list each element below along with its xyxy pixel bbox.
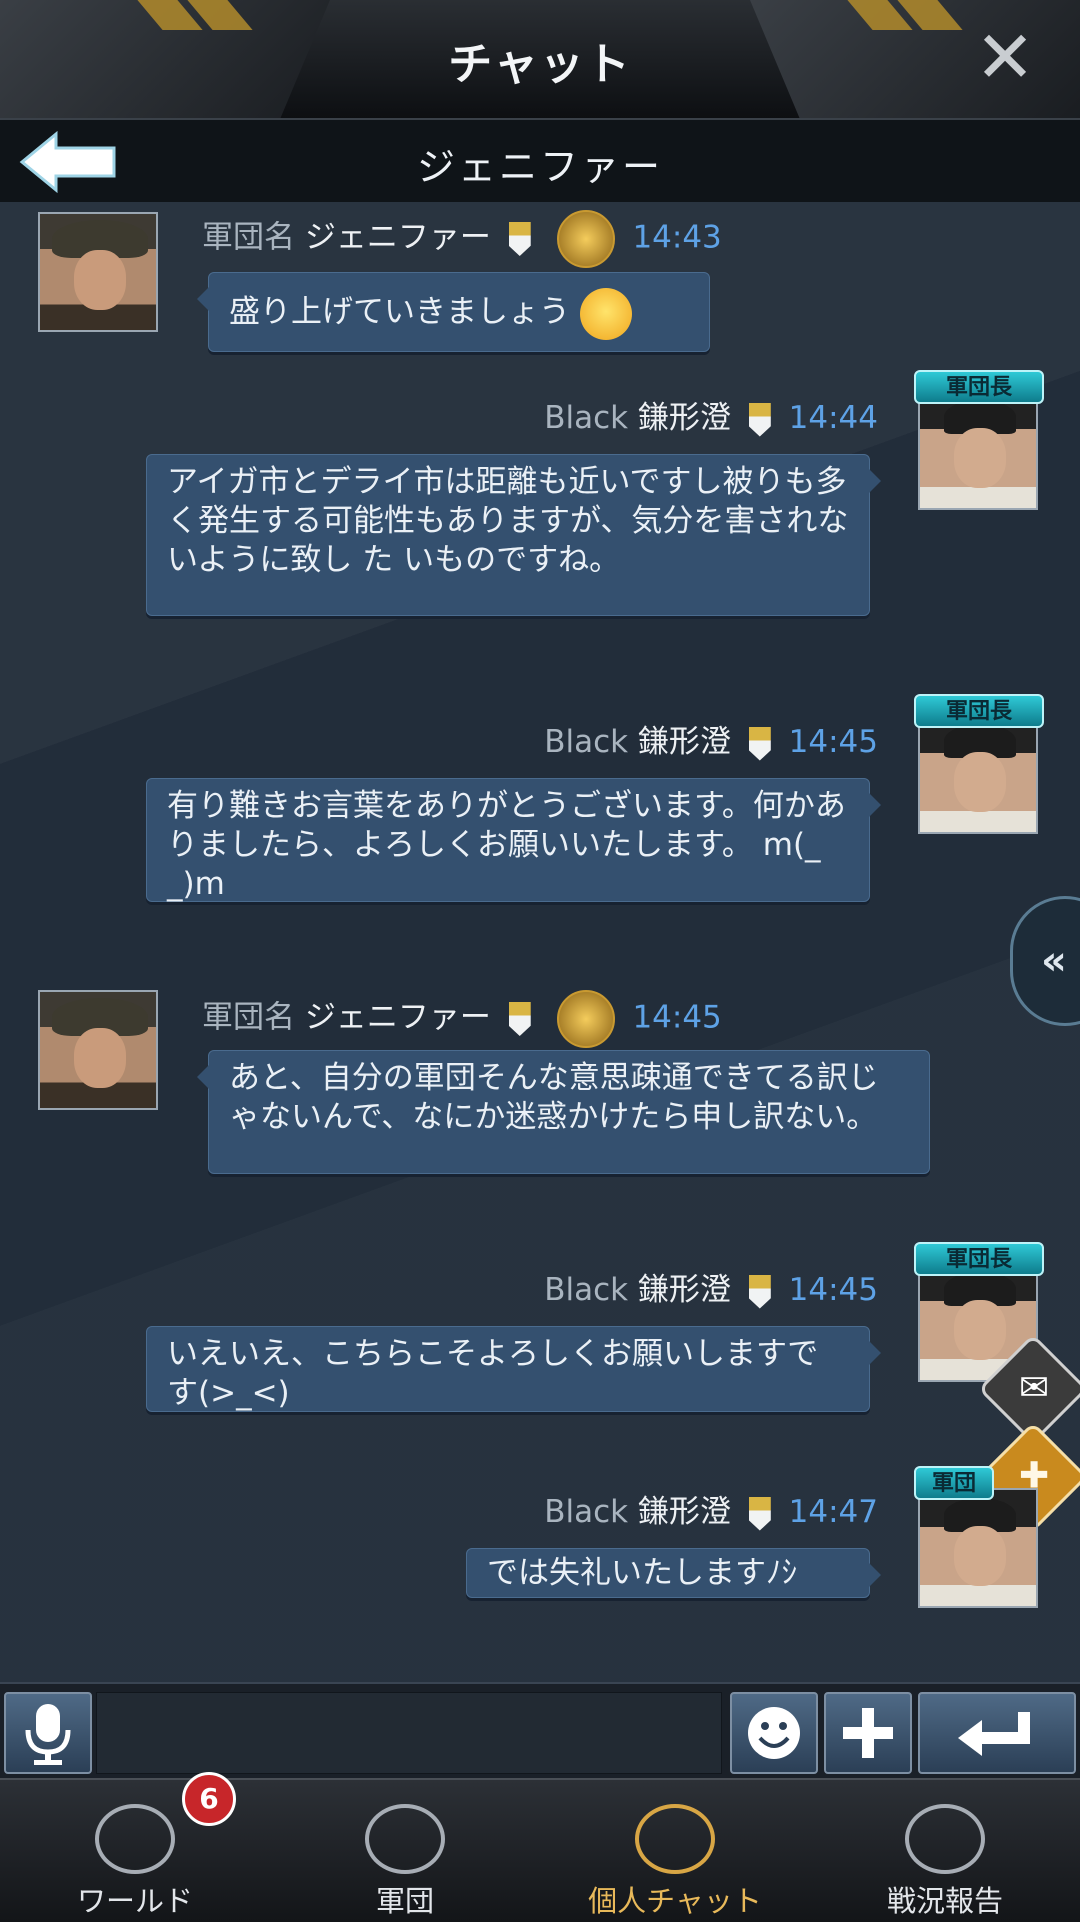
message-bubble[interactable]: アイガ市とデライ市は距離も近いですし被りも多く発生する可能性もありますが、気分を… <box>146 454 881 616</box>
tab-label: 個人チャット <box>588 1884 762 1918</box>
leader-badge: 軍団長 <box>914 694 1044 728</box>
sender-name[interactable]: 鎌形澄 <box>638 1494 731 1530</box>
message-meta: Black 鎌形澄 14:45 <box>544 716 878 761</box>
timestamp: 14:45 <box>788 724 878 760</box>
rank-medal-icon <box>508 222 531 256</box>
page-title: チャット <box>448 39 632 90</box>
sender-name[interactable]: 鎌形澄 <box>638 724 731 760</box>
microphone-icon <box>25 1704 71 1765</box>
timestamp: 14:43 <box>632 219 722 256</box>
message-input-bar <box>0 1682 1080 1780</box>
message-text: あと、自分の軍団そんな意思疎通できてる訳じゃないんで、なにか迷惑かけたら申し訳な… <box>229 1060 879 1135</box>
leader-badge: 軍団長 <box>914 1242 1044 1276</box>
message-text: アイガ市とデライ市は距離も近いですし被りも多く発生する可能性もありますが、気分を… <box>167 464 849 578</box>
guild-name: 軍団名 <box>202 999 295 1036</box>
sender-name[interactable]: ジェニファー <box>305 220 491 256</box>
face-shape <box>954 752 1006 812</box>
face-shape <box>954 1300 1006 1360</box>
message-text: では失礼いたしますﾉｼ <box>487 1555 797 1591</box>
conversation-title: ジェニファー <box>416 145 663 189</box>
message-text: いえいえ、こちらこそよろしくお願いしますです(>_<) <box>167 1336 819 1411</box>
face-shape <box>954 1526 1006 1586</box>
message-bubble[interactable]: では失礼いたしますﾉｼ <box>466 1548 881 1598</box>
tab-legion[interactable]: 軍団 <box>270 1780 540 1922</box>
message-meta: Black 鎌形澄 14:44 <box>544 392 878 437</box>
chat-message-list[interactable]: 軍団名 ジェニファー 14:43 盛り上げていきましょう 軍団長 Black 鎌… <box>0 202 1080 1682</box>
private-chat-icon <box>635 1804 715 1874</box>
sender-name[interactable]: 鎌形澄 <box>638 1272 731 1308</box>
tab-battle-report[interactable]: 戦況報告 <box>810 1780 1080 1922</box>
double-chevron-left-icon: « <box>1041 938 1067 984</box>
guild-name: Black <box>544 1494 629 1530</box>
timestamp: 14:45 <box>788 1272 878 1308</box>
voice-input-button[interactable] <box>4 1692 92 1774</box>
timestamp: 14:45 <box>632 999 722 1036</box>
star-emblem-icon <box>365 1804 445 1874</box>
leader-badge: 軍団長 <box>914 370 1044 404</box>
leader-badge: 軍団 <box>914 1466 994 1500</box>
guild-name: Black <box>544 1272 629 1308</box>
tab-label: ワールド <box>76 1884 193 1918</box>
close-icon: ✕ <box>974 15 1036 99</box>
close-button[interactable]: ✕ <box>970 21 1040 93</box>
bottom-navigation: 6 ワールド 軍団 個人チャット 戦況報告 <box>0 1772 1080 1922</box>
guild-name: 軍団名 <box>202 219 295 256</box>
tab-private-chat[interactable]: 個人チャット <box>540 1780 810 1922</box>
message-meta: 軍団名 ジェニファー 14:45 <box>202 990 722 1048</box>
face-shape <box>74 250 126 310</box>
face-shape <box>74 1028 126 1088</box>
message-meta: Black 鎌形澄 14:47 <box>544 1486 878 1531</box>
timestamp: 14:44 <box>788 400 878 436</box>
message-bubble[interactable]: いえいえ、こちらこそよろしくお願いしますです(>_<) <box>146 1326 881 1412</box>
globe-chat-icon <box>95 1804 175 1874</box>
emoji-button[interactable] <box>730 1692 818 1774</box>
message-input[interactable] <box>96 1692 722 1774</box>
avatar[interactable] <box>38 212 158 332</box>
tab-world[interactable]: 6 ワールド <box>0 1772 270 1922</box>
rank-medal-icon <box>508 1002 531 1036</box>
message-text: 盛り上げていきましょう <box>229 294 570 330</box>
message-bubble[interactable]: 有り難きお言葉をありがとうございます。何かありましたら、よろしくお願いいたします… <box>146 778 881 902</box>
message-bubble[interactable]: 盛り上げていきましょう <box>197 272 710 352</box>
tiger-emblem-icon <box>556 210 615 268</box>
message-meta: Black 鎌形澄 14:45 <box>544 1264 878 1309</box>
smiley-icon <box>748 1707 800 1759</box>
avatar[interactable] <box>38 990 158 1110</box>
avatar[interactable] <box>918 390 1038 510</box>
enter-arrow-icon <box>958 1712 1030 1756</box>
smile-emoji-icon <box>579 287 632 340</box>
message-meta: 軍団名 ジェニファー 14:43 <box>202 210 722 268</box>
sender-name[interactable]: 鎌形澄 <box>638 400 731 436</box>
mail-icon: ✉ <box>1018 1367 1050 1409</box>
rank-medal-icon <box>748 726 771 761</box>
message-text: 有り難きお言葉をありがとうございます。何かありましたら、よろしくお願いいたします… <box>167 788 846 902</box>
rank-medal-icon <box>748 1496 771 1531</box>
add-attachment-button[interactable] <box>824 1692 912 1774</box>
title-bar: チャット ✕ <box>0 0 1080 120</box>
face-shape <box>954 428 1006 488</box>
plus-icon <box>843 1708 893 1758</box>
notification-badge: 6 <box>182 1772 236 1826</box>
tab-label: 戦況報告 <box>886 1884 1003 1918</box>
tiger-emblem-icon <box>556 990 615 1048</box>
rank-medal-icon <box>748 402 771 437</box>
guild-name: Black <box>544 724 629 760</box>
timestamp: 14:47 <box>788 1494 878 1530</box>
tab-label: 軍団 <box>375 1884 434 1918</box>
sender-name[interactable]: ジェニファー <box>305 1000 491 1036</box>
avatar[interactable] <box>918 1488 1038 1608</box>
rank-medal-icon <box>748 1274 771 1309</box>
message-bubble[interactable]: あと、自分の軍団そんな意思疎通できてる訳じゃないんで、なにか迷惑かけたら申し訳な… <box>197 1050 930 1174</box>
avatar[interactable] <box>918 714 1038 834</box>
send-button[interactable] <box>918 1692 1076 1774</box>
clipboard-icon <box>905 1804 985 1874</box>
guild-name: Black <box>544 400 629 436</box>
conversation-header: ジェニファー <box>0 120 1080 202</box>
